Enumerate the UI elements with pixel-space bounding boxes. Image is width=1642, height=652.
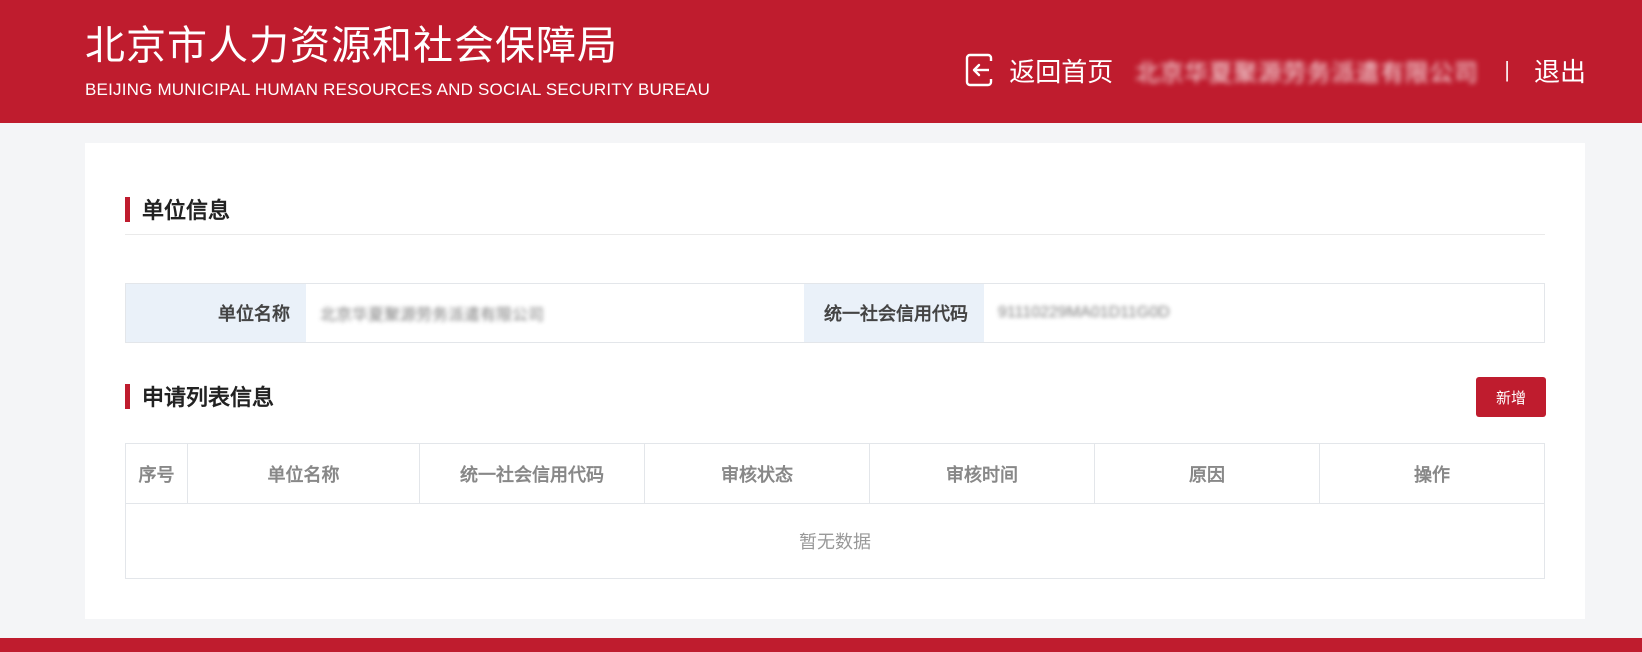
title-accent-bar xyxy=(125,383,130,409)
column-header-review-time: 审核时间 xyxy=(870,444,1095,503)
logout-link[interactable]: 退出 xyxy=(1534,52,1586,89)
column-header-unit-name: 单位名称 xyxy=(188,444,420,503)
header-actions: 返回首页 北京华夏聚源劳务派遣有限公司 | 退出 xyxy=(965,52,1586,88)
column-header-reason: 原因 xyxy=(1095,444,1320,503)
top-header: 北京市人力资源和社会保障局 BEIJING MUNICIPAL HUMAN RE… xyxy=(0,0,1642,123)
unit-info-title: 单位信息 xyxy=(125,193,230,225)
footer-bar xyxy=(0,638,1642,652)
company-name: 北京华夏聚源劳务派遣有限公司 xyxy=(1135,59,1479,87)
unit-name-value: 北京华夏聚源劳务派遣有限公司 xyxy=(306,284,804,342)
column-header-index: 序号 xyxy=(126,444,188,503)
section-divider xyxy=(125,234,1545,235)
column-header-credit-code: 统一社会信用代码 xyxy=(420,444,645,503)
unit-info-table: 单位名称 北京华夏聚源劳务派遣有限公司 统一社会信用代码 91110229MA0… xyxy=(125,283,1545,343)
bureau-title-cn: 北京市人力资源和社会保障局 xyxy=(85,24,618,68)
unit-name-text: 北京华夏聚源劳务派遣有限公司 xyxy=(320,307,545,324)
credit-code-value: 91110229MA01D11G0D xyxy=(984,284,1544,342)
return-home-icon[interactable] xyxy=(965,53,995,87)
table-header: 序号 单位名称 统一社会信用代码 审核状态 审核时间 原因 操作 xyxy=(126,444,1544,504)
apply-list-title: 申请列表信息 xyxy=(125,380,274,412)
credit-code-text: 91110229MA01D11G0D xyxy=(998,304,1170,321)
unit-info-title-text: 单位信息 xyxy=(142,198,231,223)
header-separator: | xyxy=(1504,57,1510,82)
column-header-review-status: 审核状态 xyxy=(645,444,870,503)
column-header-actions: 操作 xyxy=(1414,464,1450,485)
unit-name-label: 单位名称 xyxy=(126,284,306,342)
title-accent-bar xyxy=(125,196,130,222)
main-card: 单位信息 单位名称 北京华夏聚源劳务派遣有限公司 统一社会信用代码 911102… xyxy=(85,143,1585,619)
apply-list-title-text: 申请列表信息 xyxy=(142,385,275,410)
apply-list-table: 序号 单位名称 统一社会信用代码 审核状态 审核时间 原因 操作 暂无数据 xyxy=(125,443,1545,579)
return-home-link[interactable]: 返回首页 xyxy=(1009,52,1113,89)
credit-code-label: 统一社会信用代码 xyxy=(804,284,984,342)
bureau-title-en: BEIJING MUNICIPAL HUMAN RESOURCES AND SO… xyxy=(85,80,711,99)
add-button[interactable]: 新增 xyxy=(1476,377,1546,417)
empty-state: 暂无数据 xyxy=(799,532,871,552)
